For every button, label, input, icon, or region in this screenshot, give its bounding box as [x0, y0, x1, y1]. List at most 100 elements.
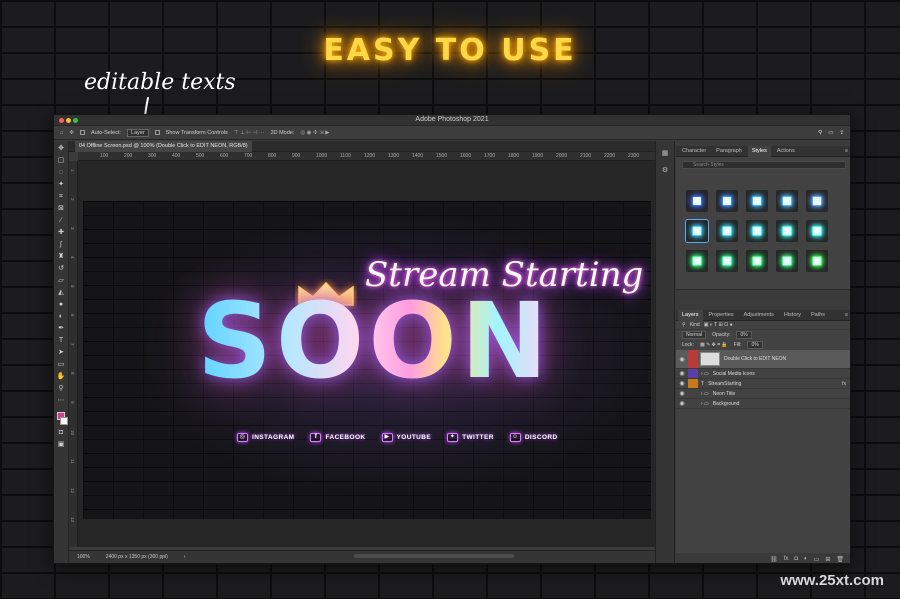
workspace-icon[interactable]: ▭: [828, 130, 833, 136]
style-swatch[interactable]: [776, 220, 798, 242]
more-tools-icon[interactable]: ⋯: [57, 396, 66, 405]
style-swatch[interactable]: [776, 190, 798, 212]
layers-tab-history[interactable]: History: [780, 310, 805, 321]
eraser-icon[interactable]: ▱: [57, 276, 66, 285]
style-swatch[interactable]: [806, 250, 828, 272]
visibility-eye-icon[interactable]: ◉: [676, 380, 688, 387]
styles-tab-character[interactable]: Character: [678, 146, 710, 157]
visibility-eye-icon[interactable]: ◉: [676, 356, 688, 363]
document-tab[interactable]: 04 Offline Screen.psd @ 100% (Double Cli…: [75, 141, 252, 152]
show-transform-checkbox[interactable]: [154, 130, 160, 135]
filter-icons[interactable]: ▣ ◐ T ⊞ ⊡ ●: [704, 322, 733, 328]
healing-brush-icon[interactable]: ✚: [57, 228, 66, 237]
shape-tool-icon[interactable]: ▭: [57, 360, 66, 369]
search-styles-input[interactable]: Search Styles: [682, 161, 846, 169]
style-swatch[interactable]: [746, 190, 768, 212]
style-swatch[interactable]: [686, 250, 708, 272]
layer-row[interactable]: ◉ › ▭ Social Media Icons: [676, 369, 850, 379]
pen-tool-icon[interactable]: ✒: [57, 324, 66, 333]
ruler-tick-label: 2300: [628, 153, 640, 159]
horizontal-scrollbar[interactable]: [354, 554, 514, 558]
style-swatch[interactable]: [716, 220, 738, 242]
brush-settings-icon[interactable]: ⚙: [661, 166, 670, 175]
layers-tab-adjustments[interactable]: Adjustments: [740, 310, 778, 321]
share-icon[interactable]: ⇪: [839, 130, 844, 136]
styles-tab-actions[interactable]: Actions: [773, 146, 799, 157]
mode-3d-label: 3D Mode:: [270, 129, 295, 136]
layers-tab-properties[interactable]: Properties: [705, 310, 738, 321]
style-swatch[interactable]: [685, 219, 709, 243]
fill-field[interactable]: 0%: [747, 341, 763, 349]
type-tool-icon[interactable]: T: [57, 336, 66, 345]
opacity-field[interactable]: 0%: [736, 331, 752, 339]
blur-tool-icon[interactable]: ●: [57, 300, 66, 309]
adjustment-layer-icon[interactable]: ◐: [804, 556, 808, 562]
layer-effects-badge[interactable]: fx: [842, 381, 846, 387]
style-swatch[interactable]: [806, 220, 828, 242]
hand-tool-icon[interactable]: ✋: [57, 372, 66, 381]
zoom-tool-icon[interactable]: ⚲: [57, 384, 66, 393]
document-canvas[interactable]: Stream Starting SOON ◎ INSTAGRAM f FACEBOOK…: [83, 201, 651, 519]
home-icon[interactable]: ⌂: [60, 130, 63, 136]
style-swatch-glow: [782, 196, 792, 206]
kind-filter-dropdown[interactable]: Kind: [690, 322, 700, 328]
align-icons[interactable]: ⊤ ⊥ ⊢ ⊣ ⋯: [234, 130, 265, 136]
screen-mode-icon[interactable]: ▣: [57, 440, 66, 449]
auto-select-dropdown[interactable]: Layer: [126, 128, 149, 137]
lasso-tool-icon[interactable]: ◌: [57, 168, 66, 177]
panel-icon-strip: ▦ ⚙: [655, 141, 675, 563]
layer-row[interactable]: ◉ T StreamStarting fx: [676, 379, 850, 389]
layers-tab-layers[interactable]: Layers: [678, 309, 703, 321]
styles-tab-styles[interactable]: Styles: [747, 145, 771, 157]
layers-tab-paths[interactable]: Paths: [807, 310, 829, 321]
quick-mask-icon[interactable]: ◘: [57, 428, 66, 437]
layer-row[interactable]: ◉ › ▭ Neon Title: [676, 389, 850, 399]
path-select-icon[interactable]: ➤: [57, 348, 66, 357]
lock-icons[interactable]: ▩ ✎ ✥ ⌗ 🔒: [700, 342, 728, 348]
panel-menu-icon[interactable]: ≡: [845, 148, 850, 154]
marquee-tool-icon[interactable]: ▢: [57, 156, 66, 165]
frame-tool-icon[interactable]: ⊠: [57, 204, 66, 213]
visibility-eye-icon[interactable]: ◉: [676, 390, 688, 397]
magic-wand-icon[interactable]: ✦: [57, 180, 66, 189]
delete-layer-icon[interactable]: 🗑: [836, 556, 844, 563]
layer-mask-icon[interactable]: ◘: [794, 556, 798, 562]
histogram-icon[interactable]: ▦: [661, 149, 670, 158]
history-brush-icon[interactable]: ↺: [57, 264, 66, 273]
brush-tool-icon[interactable]: ∫: [57, 240, 66, 249]
blend-mode-dropdown[interactable]: Normal: [682, 331, 707, 339]
layer-row[interactable]: ◉ Double Click to EDIT NEON: [676, 350, 850, 369]
eyedropper-icon[interactable]: ∕: [57, 216, 66, 225]
visibility-eye-icon[interactable]: ◉: [676, 400, 688, 407]
zoom-level[interactable]: 100%: [77, 554, 90, 560]
style-swatch[interactable]: [806, 190, 828, 212]
layer-style-icon[interactable]: fx: [784, 556, 789, 562]
move-tool-icon[interactable]: ✥: [57, 144, 66, 153]
style-swatch[interactable]: [686, 190, 708, 212]
status-chevron-icon[interactable]: ›: [184, 554, 186, 560]
layer-row[interactable]: ◉ › ▭ Background: [676, 399, 850, 409]
panel-menu-icon[interactable]: ≡: [845, 312, 850, 318]
paint-bucket-icon[interactable]: ◭: [57, 288, 66, 297]
styles-tab-paragraph[interactable]: Paragraph: [712, 146, 746, 157]
stamp-tool-icon[interactable]: ♜: [57, 252, 66, 261]
style-swatch[interactable]: [746, 250, 768, 272]
auto-select-checkbox[interactable]: [79, 130, 85, 135]
style-swatch[interactable]: [716, 190, 738, 212]
3d-tools-icons[interactable]: ◎ ◉ ✣ ⇲ ▶: [300, 130, 329, 136]
new-layer-icon[interactable]: ⊞: [825, 556, 830, 563]
new-group-icon[interactable]: ▭: [814, 556, 820, 563]
crop-tool-icon[interactable]: ⌗: [57, 192, 66, 201]
style-swatch-glow: [752, 226, 762, 236]
style-swatch[interactable]: [776, 250, 798, 272]
ruler-tick-label: 3: [70, 227, 75, 230]
move-tool-icon[interactable]: ✥: [69, 130, 74, 136]
style-swatch[interactable]: [716, 250, 738, 272]
dodge-tool-icon[interactable]: ◐: [57, 312, 66, 321]
search-icon[interactable]: ⚲: [818, 130, 822, 136]
style-swatch[interactable]: [746, 220, 768, 242]
link-layers-icon[interactable]: ⛓: [770, 556, 778, 563]
visibility-eye-icon[interactable]: ◉: [676, 370, 688, 377]
ruler-tick-label: 600: [220, 153, 229, 159]
background-color-swatch[interactable]: [60, 417, 68, 425]
